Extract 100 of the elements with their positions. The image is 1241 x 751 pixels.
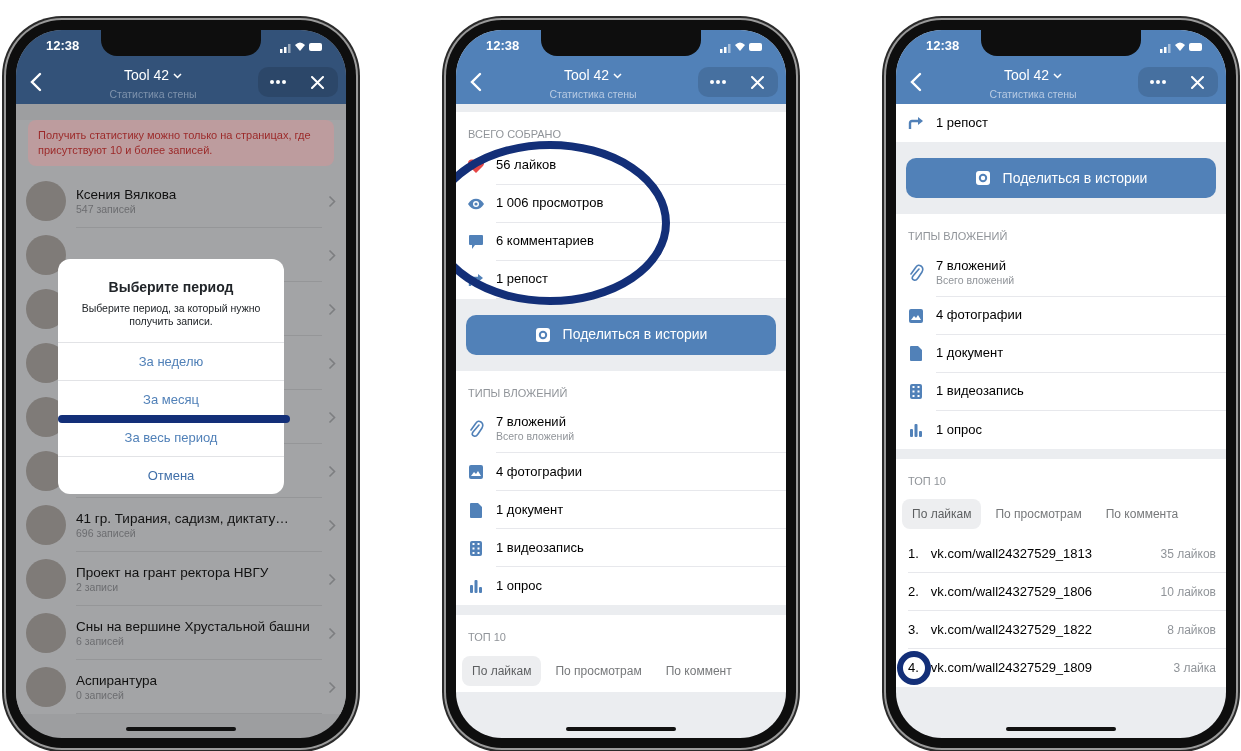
- status-icons-drawing: [280, 40, 324, 53]
- stat-label: 7 вложений: [496, 414, 567, 430]
- stat-label: 7 вложений: [936, 257, 1007, 274]
- period-option[interactable]: За весь период: [58, 418, 284, 456]
- rank-number: 3.: [908, 620, 919, 639]
- close-icon: [311, 75, 325, 89]
- sort-tab[interactable]: По лайкам: [902, 499, 982, 529]
- status-time: 12:38: [486, 37, 520, 55]
- post-link[interactable]: vk.com/wall24327529_1806: [930, 581, 1092, 602]
- post-likes: 3 лайка: [1173, 660, 1216, 677]
- post-link[interactable]: vk.com/wall24327529_1822: [930, 619, 1092, 640]
- notice-text: Получить статистику можно только на страницах, где присутствуют 10 и более записей.: [28, 120, 334, 166]
- app-subtitle: Статистика стены: [989, 87, 1077, 101]
- community-name[interactable]: Аспирантура: [76, 671, 322, 689]
- app-title[interactable]: Tool 42: [563, 67, 610, 84]
- cancel-button[interactable]: Отмена: [58, 456, 284, 494]
- caret-icon: [173, 73, 183, 80]
- camera-icon: [534, 326, 551, 343]
- app-title[interactable]: Tool 42: [1003, 67, 1050, 84]
- dialog-title: Выберите период: [107, 278, 235, 297]
- status-time: 12:38: [46, 37, 80, 55]
- sort-tab[interactable]: По коммент: [655, 655, 742, 686]
- caret-icon: [613, 73, 623, 80]
- back-icon: [30, 72, 42, 92]
- avatar-placeholder: [26, 505, 66, 545]
- sort-tab[interactable]: По коммента: [1095, 499, 1189, 529]
- back-icon: [470, 72, 482, 92]
- bar-chart-icon: [909, 422, 923, 437]
- sort-tab[interactable]: По просмотрам: [985, 499, 1092, 529]
- app-subtitle: Статистика стены: [549, 87, 637, 101]
- share-story-button[interactable]: Поделиться в истории: [906, 158, 1216, 198]
- community-name[interactable]: Проект на грант ректора НВГУ: [76, 563, 322, 581]
- community-name[interactable]: 41 гр. Тирания, садизм, диктату…: [76, 509, 322, 527]
- post-link[interactable]: vk.com/wall24327529_1813: [930, 543, 1092, 564]
- section-heading: ТОП 10: [907, 473, 947, 489]
- document-icon: [469, 501, 483, 519]
- stat-caption: Всего вложений: [936, 273, 1016, 287]
- section-heading: ВСЕГО СОБРАНО: [467, 127, 563, 142]
- stat-label: 1 опрос: [936, 421, 984, 438]
- chevron-icon: [328, 357, 336, 371]
- app-subtitle: Статистика стены: [109, 87, 197, 101]
- chevron-icon: [328, 195, 336, 209]
- stat-caption: Всего вложений: [496, 430, 576, 443]
- stat-label: 4 фотографии: [496, 463, 583, 480]
- stat-label: 1 видеозапись: [496, 539, 585, 556]
- chevron-icon: [328, 411, 336, 425]
- chevron-icon: [328, 519, 336, 533]
- sort-tab[interactable]: По просмотрам: [545, 655, 652, 686]
- stat-label: 1 документ: [936, 345, 1005, 361]
- highlight-circle: [897, 651, 931, 685]
- community-name[interactable]: Ксения Вялкова: [76, 185, 322, 203]
- bar-chart-icon: [469, 579, 483, 593]
- stat-label: 1 репост: [496, 271, 550, 287]
- section-heading: ТОП 10: [467, 630, 507, 645]
- dialog-text: Выберите период, за который нужно получить записи.: [80, 302, 262, 329]
- comment-icon: [468, 233, 484, 250]
- community-name[interactable]: Сны на вершине Хрустальной башни: [76, 617, 322, 635]
- stat-label: 1 видеозапись: [936, 383, 1025, 399]
- period-option[interactable]: За неделю: [58, 342, 284, 380]
- share-arrow-icon: [908, 116, 924, 130]
- stat-label: 1 репост: [936, 115, 990, 131]
- stat-label: 1 опрос: [496, 578, 544, 594]
- chevron-icon: [328, 249, 336, 263]
- chevron-icon: [328, 627, 336, 641]
- caret-icon: [1053, 73, 1063, 80]
- avatar-placeholder: [26, 613, 66, 653]
- avatar-placeholder: [26, 235, 66, 275]
- rank-number: 4.: [908, 659, 919, 678]
- chevron-icon: [328, 465, 336, 479]
- app-title[interactable]: Tool 42: [123, 67, 170, 84]
- stat-label: 1 документ: [496, 501, 565, 518]
- status-icons-drawing: [1160, 40, 1204, 53]
- share-story-button[interactable]: Поделиться в истории: [466, 314, 776, 355]
- paperclip-icon: [908, 263, 924, 282]
- post-link[interactable]: vk.com/wall24327529_1809: [930, 658, 1092, 678]
- camera-icon: [974, 170, 991, 186]
- image-icon: [908, 307, 924, 324]
- status-icons-drawing: [720, 40, 764, 53]
- section-heading: ТИПЫ ВЛОЖЕНИЙ: [907, 229, 1009, 244]
- close-icon: [751, 75, 765, 89]
- post-likes: 10 лайков: [1160, 583, 1216, 601]
- share-arrow-icon: [468, 272, 484, 287]
- stat-label: 6 комментариев: [496, 233, 595, 249]
- more-icon: [710, 80, 726, 84]
- section-heading: ТИПЫ ВЛОЖЕНИЙ: [467, 385, 569, 401]
- status-time: 12:38: [926, 37, 960, 55]
- back-icon: [910, 72, 922, 92]
- avatar-placeholder: [26, 667, 66, 707]
- stat-label: 4 фотографии: [936, 307, 1023, 323]
- avatar-placeholder: [26, 181, 66, 221]
- document-icon: [909, 345, 923, 362]
- rank-number: 2.: [908, 582, 919, 601]
- sort-tab[interactable]: По лайкам: [462, 655, 542, 686]
- more-icon: [270, 80, 286, 84]
- eye-icon: [467, 197, 485, 210]
- film-icon: [909, 383, 923, 400]
- paperclip-icon: [468, 420, 484, 438]
- avatar-placeholder: [26, 559, 66, 599]
- rank-number: 1.: [908, 544, 919, 563]
- post-likes: 35 лайков: [1160, 545, 1216, 563]
